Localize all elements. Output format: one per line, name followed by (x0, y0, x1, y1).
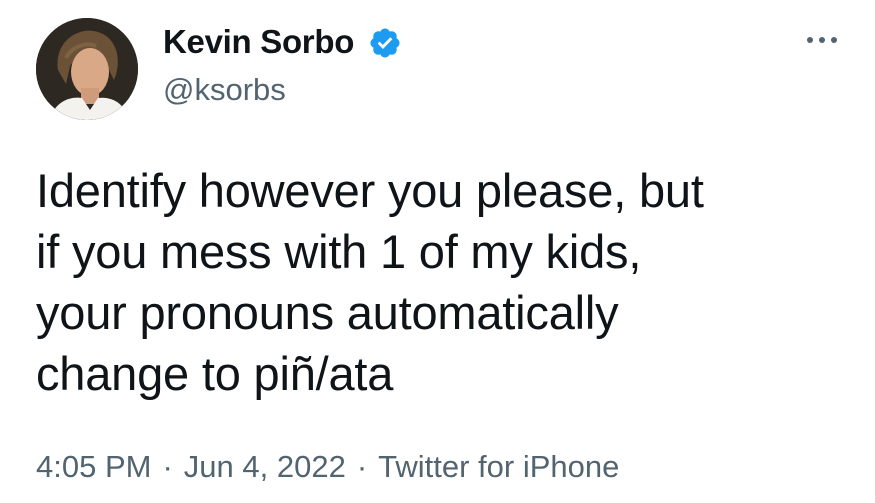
verified-badge-icon (370, 28, 400, 58)
meta-separator: · (356, 449, 368, 484)
more-options-icon[interactable] (804, 30, 840, 50)
meta-separator: · (162, 449, 173, 484)
tweet-metadata: 4:05 PM · Jun 4, 2022 · Twitter for iPhone (36, 447, 619, 487)
user-handle[interactable]: @ksorbs (163, 70, 286, 110)
avatar-image (36, 18, 138, 120)
tweet-card: Kevin Sorbo @ksorbs Identify however you… (0, 0, 875, 503)
tweet-time[interactable]: 4:05 PM (36, 449, 151, 484)
tweet-text: Identify however you please, but if you … (36, 164, 704, 400)
tweet-date[interactable]: Jun 4, 2022 (184, 449, 346, 484)
tweet-source[interactable]: Twitter for iPhone (378, 449, 619, 484)
avatar[interactable] (36, 18, 138, 120)
display-name[interactable]: Kevin Sorbo (163, 22, 354, 62)
